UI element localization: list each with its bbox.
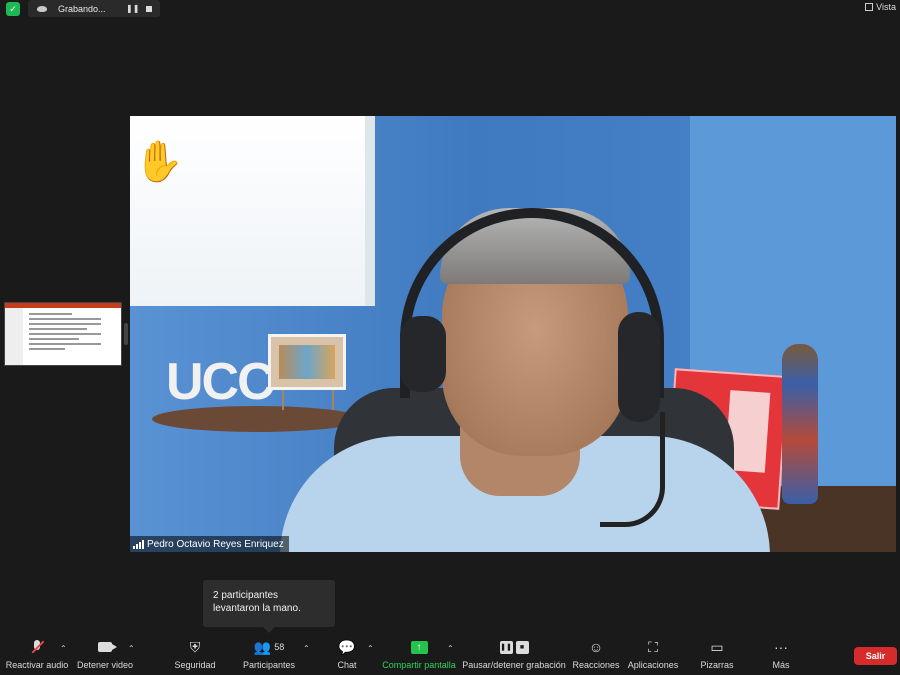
chat-button[interactable]: 💬 Chat [330,635,364,675]
participants-button[interactable]: 👥 58 Participantes [238,635,300,675]
stop-recording-button[interactable] [146,5,152,12]
pause-stop-recording-button[interactable]: ❚❚ ■ Pausar/detener grabación [462,635,566,675]
video-options-chevron-icon[interactable]: ⌃ [128,644,135,653]
video-camera-icon [98,642,117,652]
unmute-button[interactable]: Reactivar audio [2,635,72,675]
participants-count: 58 [274,642,285,652]
microphone-muted-icon [31,640,45,654]
share-arrow-icon: ↑ [410,640,428,654]
raised-hands-tooltip: 2 participantes levantaron la mano. [203,580,335,627]
share-screen-button[interactable]: ↑ Compartir pantalla [380,635,458,675]
more-button[interactable]: ··· Más [764,635,798,675]
view-label: Vista [876,2,896,12]
thumbnail-resize-handle[interactable] [124,323,128,345]
participant-name: Pedro Octavio Reyes Enriquez [147,538,284,550]
share-options-chevron-icon[interactable]: ⌃ [447,644,454,653]
reactions-button[interactable]: ☺ Reacciones [570,635,622,675]
shared-screen-thumbnail[interactable] [4,302,122,366]
more-dots-icon: ··· [774,639,788,655]
encryption-shield-icon[interactable]: ✓ [6,2,20,16]
ucc-sign: UCC [166,353,275,411]
photo-frame [268,334,346,390]
whiteboard-icon: ▭ [710,638,724,655]
whiteboards-button[interactable]: ▭ Pizarras [696,635,738,675]
stop-video-button[interactable]: Detener video [74,635,136,675]
shield-icon: ⛨ [189,638,201,655]
recording-indicator: Grabando... ❚❚ [28,0,160,17]
view-button[interactable]: Vista [865,2,896,12]
apps-grid-icon: ⛶ [648,638,658,655]
figurine [782,344,818,504]
raised-hand-icon: ✋ [134,140,184,184]
leave-meeting-button[interactable]: Salir [854,647,897,665]
people-icon: 👥 [253,638,272,655]
grid-view-icon [865,3,874,11]
chat-options-chevron-icon[interactable]: ⌃ [367,644,374,653]
signal-strength-icon [133,539,144,549]
cloud-recording-icon [36,5,48,13]
pause-stop-icon: ❚❚ ■ [499,640,529,654]
participants-options-chevron-icon[interactable]: ⌃ [303,644,310,653]
participant-name-tag: Pedro Octavio Reyes Enriquez [130,536,289,552]
meeting-toolbar: Reactivar audio ⌃ Detener video ⌃ ⛨ Segu… [0,635,900,675]
security-button[interactable]: ⛨ Seguridad [168,635,222,675]
audio-options-chevron-icon[interactable]: ⌃ [60,644,67,653]
pause-recording-button[interactable]: ❚❚ [126,4,139,13]
chat-bubble-icon: 💬 [338,638,356,655]
apps-button[interactable]: ⛶ Aplicaciones [626,635,680,675]
smiley-plus-icon: ☺ [588,639,604,655]
recording-label: Grabando... [58,3,106,14]
active-speaker-video[interactable]: UCC ✋ Pedro Octavio Reyes Enriquez [130,116,896,552]
